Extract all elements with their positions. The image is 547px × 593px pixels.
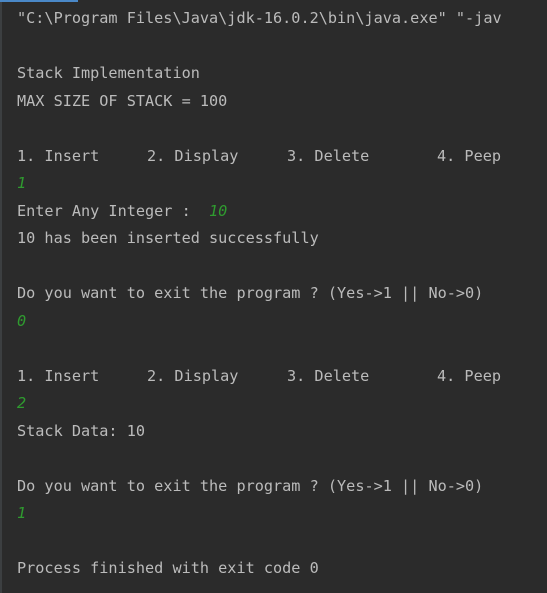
menu-option-peep: 4. Peep (437, 146, 502, 165)
gutter (0, 0, 2, 593)
menu-option-display: 2. Display (147, 366, 239, 385)
process-finished-line: Process finished with exit code 0 (17, 559, 319, 577)
max-size-line: MAX SIZE OF STACK = 100 (17, 91, 228, 110)
exit-prompt: Do you want to exit the program ? (Yes->… (17, 476, 484, 495)
menu-line: 1. Insert 2. Display 3. Delete 4. Peep (17, 363, 547, 391)
user-input-choice: 2 (17, 394, 27, 412)
console-output[interactable]: "C:\Program Files\Java\jdk-16.0.2\bin\ja… (17, 5, 547, 583)
enter-integer-prompt: Enter Any Integer : (17, 201, 210, 220)
active-tab-indicator (0, 0, 78, 2)
menu-option-peep: 4. Peep (437, 366, 502, 385)
menu-option-delete: 3. Delete (287, 146, 370, 165)
menu-option-insert: 1. Insert (17, 366, 100, 385)
program-title: Stack Implementation (17, 64, 200, 82)
menu-line: 1. Insert 2. Display 3. Delete 4. Peep (17, 143, 547, 171)
menu-option-insert: 1. Insert (17, 146, 100, 165)
stack-data-line: Stack Data: 10 (17, 421, 146, 440)
menu-option-display: 2. Display (147, 146, 239, 165)
user-input-choice: 1 (17, 174, 27, 192)
user-input-exit-answer: 0 (17, 311, 27, 330)
menu-option-delete: 3. Delete (287, 366, 370, 385)
inserted-message: 10 has been inserted successfully (17, 229, 319, 247)
user-input-exit-answer: 1 (17, 504, 27, 522)
user-input-integer: 10 (209, 201, 228, 220)
enter-integer-line: Enter Any Integer : 10 (17, 198, 547, 226)
exit-prompt: Do you want to exit the program ? (Yes->… (17, 284, 484, 302)
command-line: "C:\Program Files\Java\jdk-16.0.2\bin\ja… (17, 9, 502, 27)
